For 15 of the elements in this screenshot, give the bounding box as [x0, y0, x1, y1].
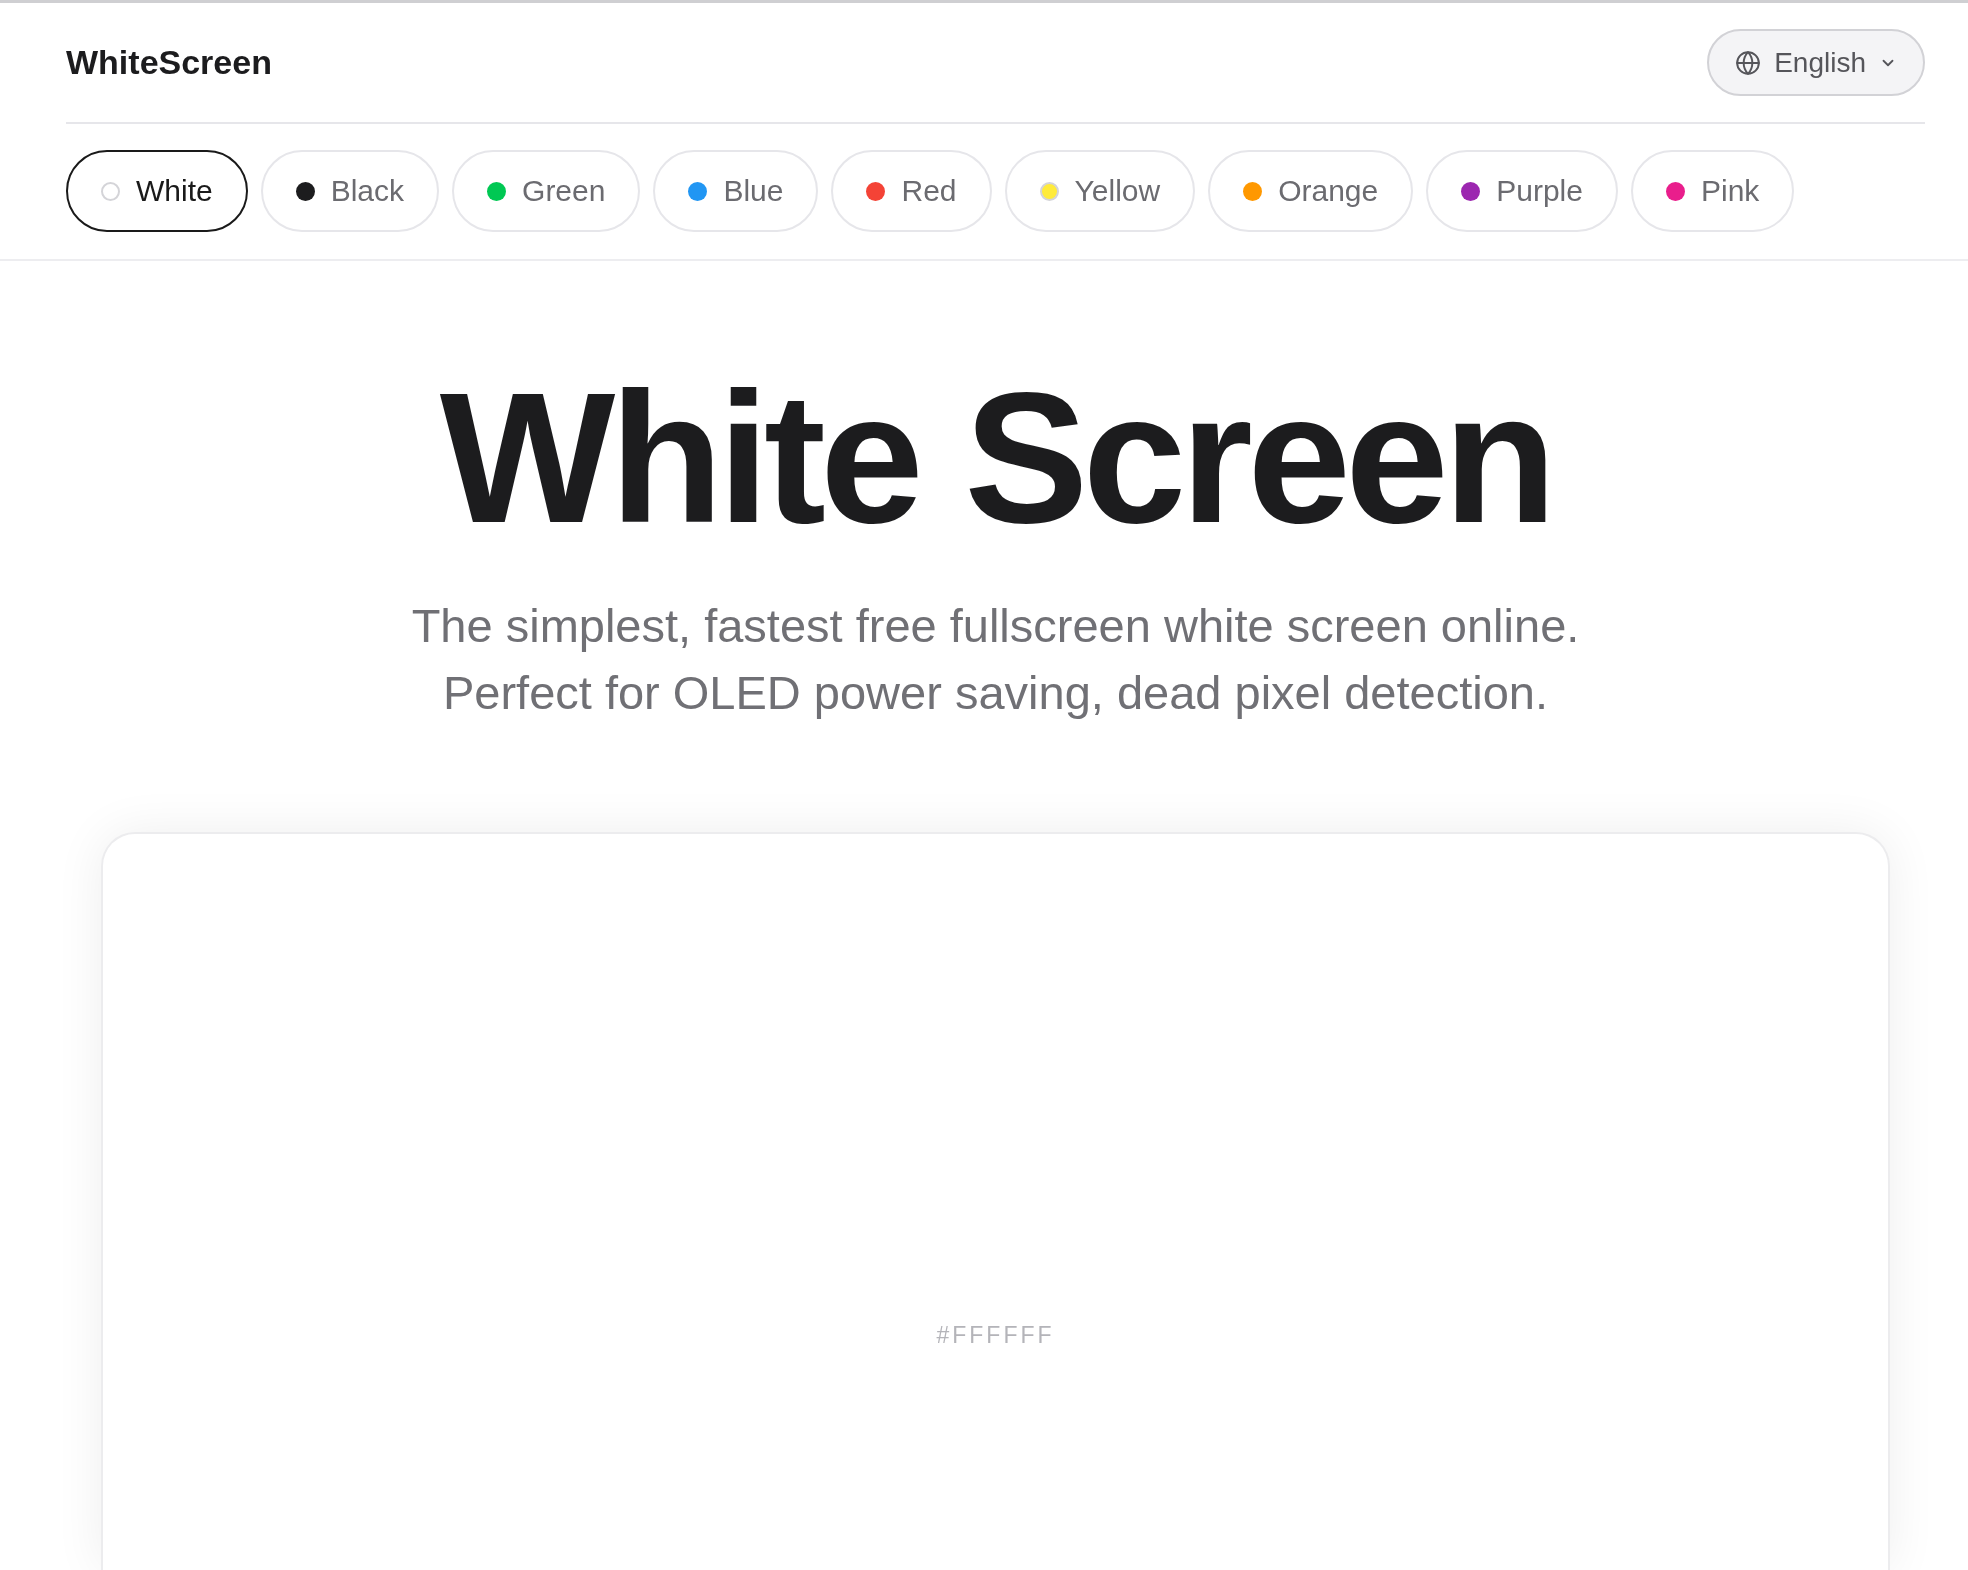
page-subtitle: The simplest, fastest free fullscreen white screen online. Perfect for OLED power saving, dead pixel detection.: [410, 598, 1581, 721]
color-chip[interactable]: Black: [260, 150, 440, 232]
language-selector[interactable]: English: [1707, 29, 1925, 96]
color-code-label: #FFFFFF: [936, 1321, 1055, 1350]
color-chip[interactable]: Pink: [1630, 150, 1795, 232]
color-chip[interactable]: White: [66, 150, 248, 232]
globe-icon: [1735, 49, 1762, 76]
color-chip[interactable]: Green: [452, 150, 641, 232]
color-chip[interactable]: Yellow: [1004, 150, 1196, 232]
color-chip[interactable]: Red: [831, 150, 992, 232]
color-chip[interactable]: Purple: [1426, 150, 1618, 232]
logo-link[interactable]: WhiteScreen: [66, 43, 272, 82]
color-chip[interactable]: Orange: [1208, 150, 1414, 232]
color-chip[interactable]: Blue: [653, 150, 819, 232]
page-title: White Screen: [439, 365, 1552, 551]
